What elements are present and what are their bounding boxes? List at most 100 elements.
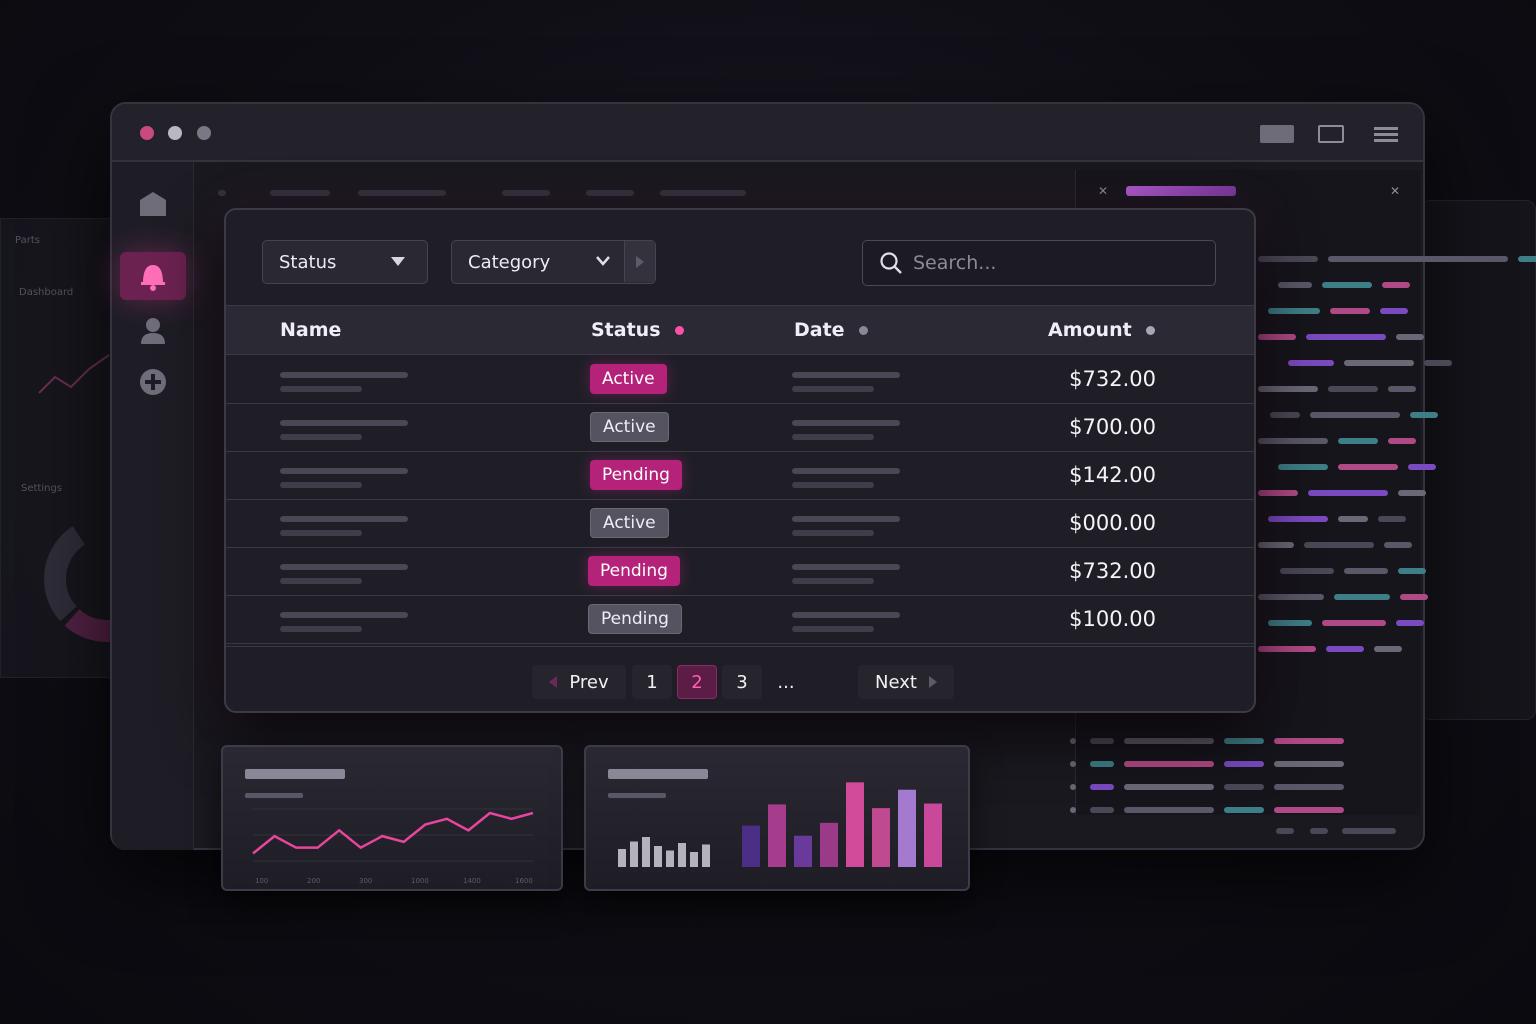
table-row[interactable]: Pending $100.00 bbox=[226, 596, 1254, 644]
code-token bbox=[1344, 360, 1414, 366]
column-header-amount[interactable]: Amount bbox=[1048, 319, 1155, 341]
date-placeholder bbox=[792, 420, 900, 426]
title-bar bbox=[112, 104, 1423, 162]
page-button-2[interactable]: 2 bbox=[677, 665, 717, 699]
name-placeholder bbox=[280, 530, 362, 536]
code-token bbox=[1224, 738, 1264, 744]
code-token bbox=[1408, 464, 1436, 470]
date-placeholder bbox=[792, 468, 900, 474]
column-header-label: Amount bbox=[1048, 319, 1132, 341]
close-panel-icon[interactable]: ✕ bbox=[1390, 184, 1400, 198]
table-row[interactable]: Active $000.00 bbox=[226, 500, 1254, 548]
sidebar bbox=[112, 162, 194, 850]
column-header-date[interactable]: Date bbox=[794, 319, 868, 341]
caret-right-icon bbox=[636, 256, 644, 268]
code-token bbox=[1338, 438, 1378, 444]
code-token bbox=[1258, 438, 1328, 444]
bg-dashboard-label: Dashboard bbox=[19, 287, 74, 298]
sidebar-item-home[interactable] bbox=[120, 180, 186, 228]
date-placeholder bbox=[792, 516, 900, 522]
next-page-label: Next bbox=[875, 671, 917, 693]
name-placeholder bbox=[280, 468, 408, 474]
category-filter-label: Category bbox=[468, 251, 551, 273]
category-expand-button[interactable] bbox=[624, 241, 655, 282]
amount-cell: $000.00 bbox=[1069, 511, 1156, 535]
maximize-window-button[interactable] bbox=[197, 126, 211, 140]
table-row[interactable]: Pending $732.00 bbox=[226, 548, 1254, 596]
minimize-window-button[interactable] bbox=[168, 126, 182, 140]
status-badge: Pending bbox=[588, 556, 680, 586]
table-row[interactable]: Pending $142.00 bbox=[226, 452, 1254, 500]
bg-line-chart bbox=[38, 354, 110, 394]
close-window-button[interactable] bbox=[140, 126, 154, 140]
code-token bbox=[1124, 807, 1214, 813]
code-token bbox=[1382, 282, 1410, 288]
column-header-status[interactable]: Status bbox=[591, 319, 684, 341]
code-token bbox=[1270, 412, 1300, 418]
code-token bbox=[1090, 807, 1114, 813]
caret-down-icon bbox=[391, 257, 405, 266]
bar bbox=[666, 850, 674, 867]
prev-page-label: Prev bbox=[569, 671, 609, 693]
table-footer-divider bbox=[226, 646, 1254, 647]
background-window-right bbox=[1420, 200, 1536, 720]
bar bbox=[742, 825, 760, 867]
tab-placeholder bbox=[270, 190, 330, 196]
code-token bbox=[1090, 761, 1114, 767]
bar bbox=[898, 789, 916, 867]
background-window-left: Parts Dashboard Settings bbox=[0, 218, 113, 678]
code-token bbox=[1398, 490, 1426, 496]
tab-placeholder bbox=[218, 190, 226, 196]
code-token bbox=[1334, 594, 1390, 600]
bar bbox=[630, 841, 638, 867]
sidebar-item-add[interactable] bbox=[120, 358, 186, 406]
sidebar-item-users[interactable] bbox=[120, 307, 186, 355]
user-icon bbox=[141, 318, 165, 344]
table-row[interactable]: Active $700.00 bbox=[226, 404, 1254, 452]
sort-indicator-icon bbox=[858, 325, 868, 335]
amount-cell: $700.00 bbox=[1069, 415, 1156, 439]
line-chart-card[interactable]: 100 200 300 1000 1400 1600 bbox=[221, 745, 563, 891]
caret-right-icon bbox=[928, 676, 937, 688]
code-token bbox=[1090, 784, 1114, 790]
close-tab-icon[interactable]: ✕ bbox=[1098, 184, 1108, 198]
status-filter-label: Status bbox=[279, 251, 337, 273]
sort-indicator-icon bbox=[1145, 325, 1155, 335]
sort-indicator-icon bbox=[674, 325, 684, 335]
status-badge: Active bbox=[590, 508, 669, 538]
next-page-button[interactable]: Next bbox=[858, 665, 954, 699]
code-token bbox=[1384, 542, 1412, 548]
date-placeholder bbox=[792, 482, 874, 488]
code-token bbox=[1258, 490, 1298, 496]
status-filter-dropdown[interactable]: Status bbox=[262, 240, 428, 284]
window-icon[interactable] bbox=[1318, 125, 1344, 143]
name-placeholder bbox=[280, 420, 408, 426]
table-header: Name Status Date Amount bbox=[226, 305, 1254, 355]
code-token bbox=[1258, 542, 1294, 548]
category-filter-dropdown[interactable]: Category bbox=[451, 240, 656, 284]
name-placeholder bbox=[280, 578, 362, 584]
layout-split-icon[interactable] bbox=[1260, 125, 1294, 143]
code-token bbox=[1258, 334, 1296, 340]
column-header-name[interactable]: Name bbox=[280, 319, 341, 341]
code-token bbox=[1328, 256, 1508, 262]
code-token bbox=[1258, 386, 1318, 392]
page-button-3[interactable]: 3 bbox=[722, 665, 762, 699]
line-chart: 100 200 300 1000 1400 1600 bbox=[252, 808, 534, 885]
search-input[interactable] bbox=[913, 252, 1203, 274]
status-badge: Active bbox=[590, 364, 667, 394]
sidebar-item-notifications[interactable] bbox=[120, 252, 186, 300]
code-token bbox=[1378, 516, 1406, 522]
code-token bbox=[1278, 464, 1328, 470]
tick-label: 100 bbox=[255, 877, 268, 885]
table-row[interactable]: Active $732.00 bbox=[226, 356, 1254, 404]
bg-donut-chart bbox=[44, 516, 113, 642]
code-token bbox=[1322, 282, 1372, 288]
code-token bbox=[1322, 620, 1386, 626]
menu-icon[interactable] bbox=[1374, 125, 1398, 143]
bar-chart-card[interactable] bbox=[584, 745, 970, 891]
page-button-1[interactable]: 1 bbox=[632, 665, 672, 699]
prev-page-button[interactable]: Prev bbox=[532, 665, 626, 699]
name-placeholder bbox=[280, 564, 408, 570]
status-badge: Pending bbox=[590, 460, 682, 490]
